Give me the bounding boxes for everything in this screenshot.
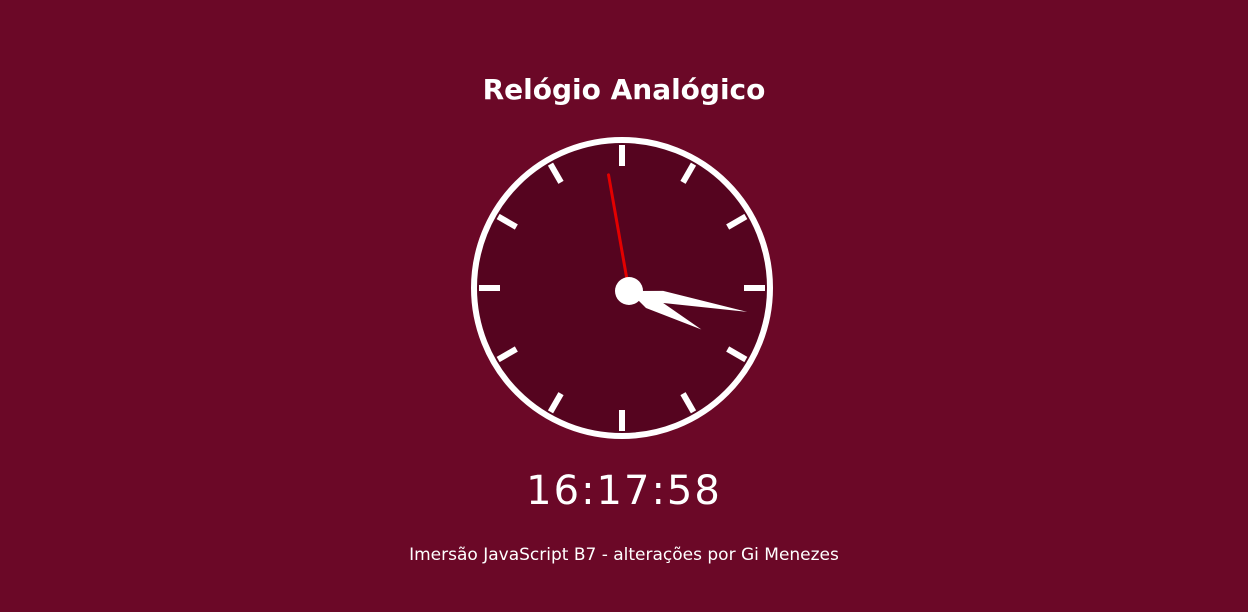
clock-face-graphic (471, 137, 773, 439)
analog-clock (471, 137, 773, 439)
digital-time: 16:17:58 (526, 468, 722, 514)
clock-center-dot (615, 277, 643, 305)
page-title: Relógio Analógico (482, 73, 766, 106)
footer-credit: Imersão JavaScript B7 - alterações por G… (409, 545, 839, 565)
